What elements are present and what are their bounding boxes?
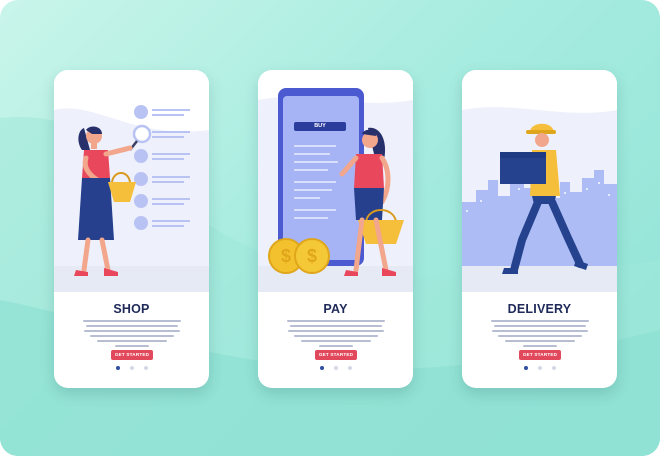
page-dot[interactable] (115, 366, 120, 370)
get-started-button[interactable]: GET STARTED (315, 350, 357, 360)
pagination-dots (462, 366, 617, 370)
get-started-button[interactable]: GET STARTED (111, 350, 153, 360)
pagination-dots (258, 366, 413, 370)
pay-illustration: $ $ (258, 70, 413, 292)
body-text-lines (286, 320, 386, 350)
card-title: DELIVERY (507, 302, 572, 316)
card-title: PAY (323, 302, 348, 316)
page-dot[interactable] (523, 366, 528, 370)
page-dot[interactable] (129, 366, 134, 370)
page-dot[interactable] (319, 366, 324, 370)
body-text-lines (490, 320, 590, 350)
svg-text:$: $ (307, 246, 317, 266)
page-dot[interactable] (333, 366, 338, 370)
app-background: SHOP GET STARTED $ $ BUY PAY GET STARTED… (0, 0, 660, 456)
page-dot[interactable] (537, 366, 542, 370)
phone-buy-label: BUY (314, 123, 326, 129)
body-text-lines (82, 320, 182, 350)
onboarding-card-shop: SHOP GET STARTED (54, 70, 209, 388)
page-dot[interactable] (551, 366, 556, 370)
card-title: SHOP (113, 302, 150, 316)
page-dot[interactable] (347, 366, 352, 370)
get-started-button[interactable]: GET STARTED (519, 350, 561, 360)
page-dot[interactable] (143, 366, 148, 370)
box-icon (500, 152, 546, 184)
onboarding-card-delivery: DELIVERY GET STARTED (462, 70, 617, 388)
shop-illustration (54, 70, 209, 292)
pagination-dots (54, 366, 209, 370)
delivery-illustration (462, 70, 617, 292)
onboarding-card-pay: $ $ BUY PAY GET STARTED (258, 70, 413, 388)
coin-icon: $ (294, 238, 330, 274)
svg-text:$: $ (281, 246, 291, 266)
